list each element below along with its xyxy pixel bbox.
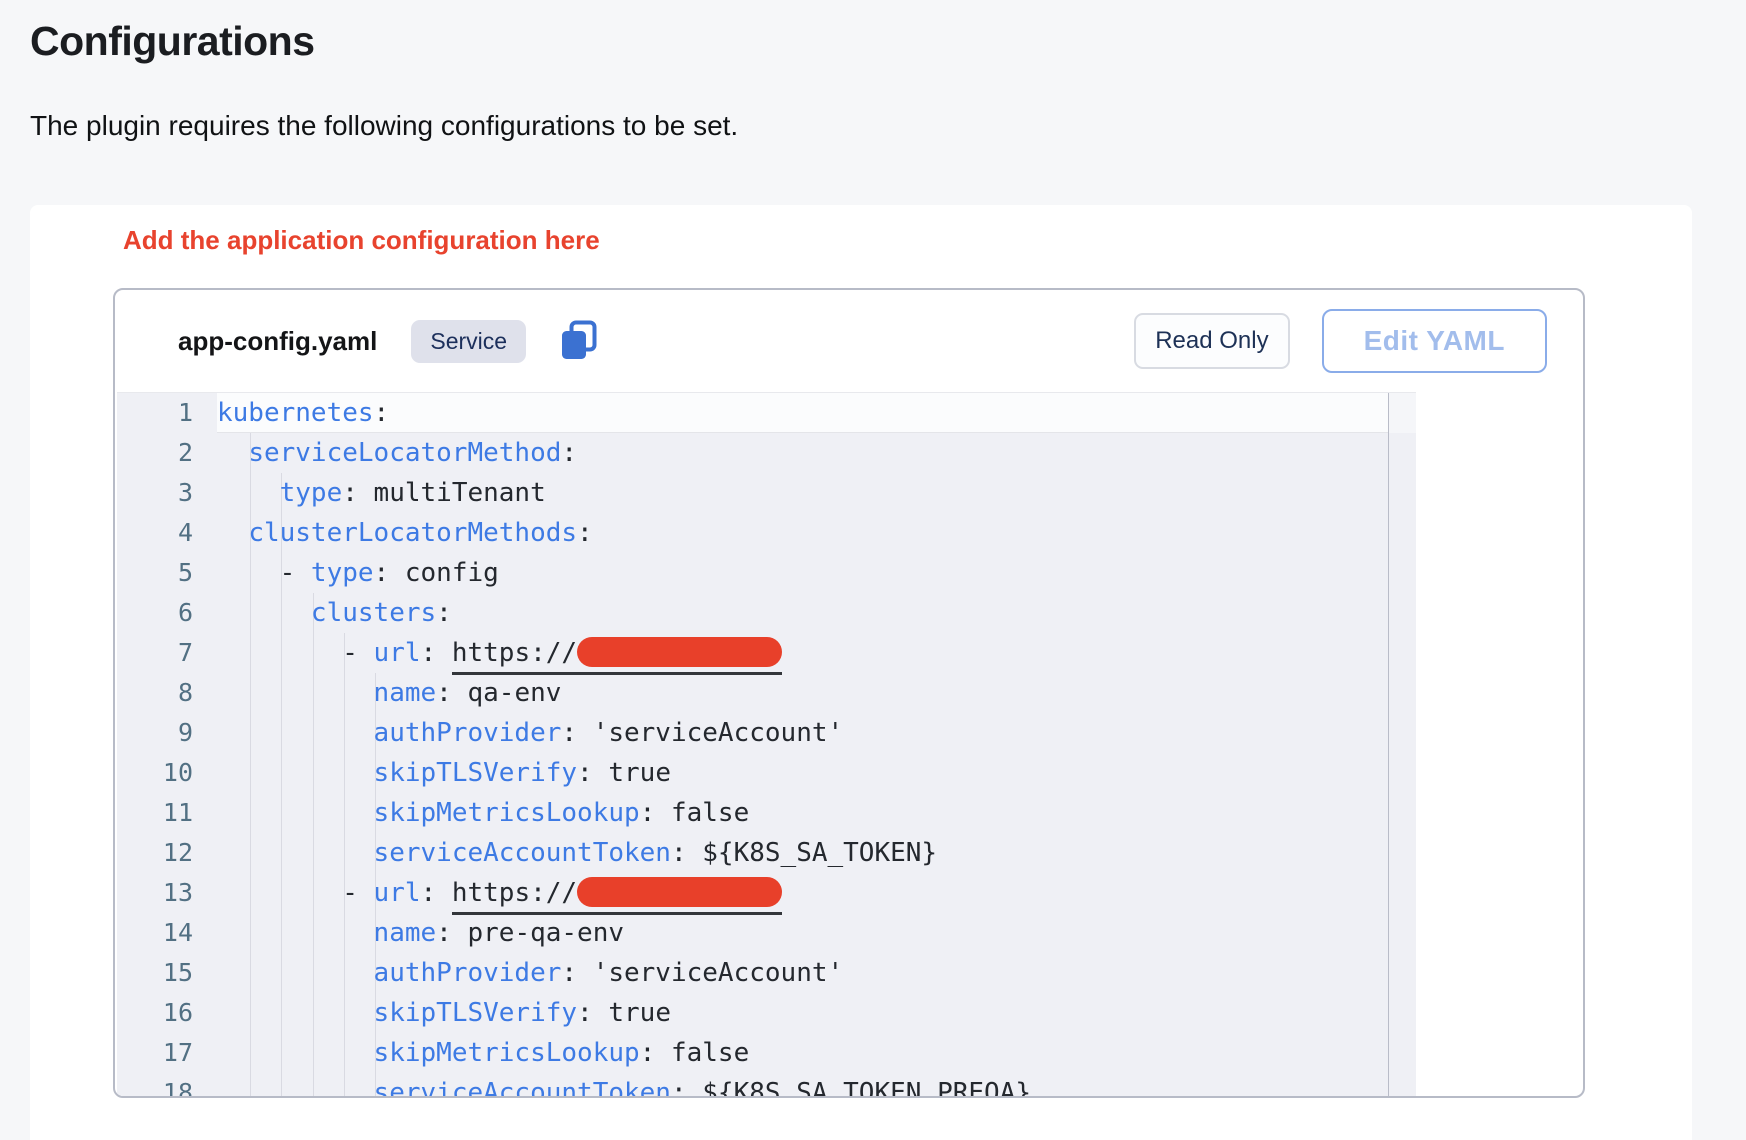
- line-number: 15: [117, 953, 217, 993]
- read-only-button[interactable]: Read Only: [1134, 313, 1289, 369]
- config-card: Add the application configuration here a…: [30, 205, 1692, 1140]
- line-number: 6: [117, 593, 217, 633]
- redacted-url: https://: [452, 637, 782, 675]
- line-number: 5: [117, 553, 217, 593]
- line-number: 16: [117, 993, 217, 1033]
- code-line[interactable]: 9 authProvider: 'serviceAccount': [117, 713, 1416, 753]
- line-number: 17: [117, 1033, 217, 1073]
- yaml-panel: app-config.yaml Service Read Only Edit Y…: [113, 288, 1585, 1098]
- code-line[interactable]: 7 - url: https://: [117, 633, 1416, 673]
- line-number: 1: [117, 393, 217, 433]
- code-line[interactable]: 10 skipTLSVerify: true: [117, 753, 1416, 793]
- line-number: 8: [117, 673, 217, 713]
- code-line[interactable]: 5 - type: config: [117, 553, 1416, 593]
- line-number: 10: [117, 753, 217, 793]
- line-number: 18: [117, 1073, 217, 1098]
- redaction-bar: [577, 877, 782, 907]
- page-subtitle: The plugin requires the following config…: [30, 110, 738, 142]
- code-line[interactable]: 13 - url: https://: [117, 873, 1416, 913]
- redacted-url: https://: [452, 877, 782, 915]
- code-line[interactable]: 2 serviceLocatorMethod:: [117, 433, 1416, 473]
- edit-yaml-button[interactable]: Edit YAML: [1322, 309, 1547, 373]
- redaction-bar: [577, 637, 782, 667]
- copy-icon: [559, 319, 599, 363]
- code-line[interactable]: 11 skipMetricsLookup: false: [117, 793, 1416, 833]
- code-line[interactable]: 14 name: pre-qa-env: [117, 913, 1416, 953]
- code-line[interactable]: 6 clusters:: [117, 593, 1416, 633]
- line-number: 3: [117, 473, 217, 513]
- line-number: 2: [117, 433, 217, 473]
- line-number: 9: [117, 713, 217, 753]
- code-line[interactable]: 18 serviceAccountToken: ${K8S_SA_TOKEN_P…: [117, 1073, 1416, 1098]
- line-number: 14: [117, 913, 217, 953]
- code-line[interactable]: 8 name: qa-env: [117, 673, 1416, 713]
- instruction-label: Add the application configuration here: [123, 225, 600, 256]
- code-lines: 1kubernetes:2 serviceLocatorMethod:3 typ…: [117, 393, 1416, 1098]
- service-badge: Service: [411, 320, 526, 363]
- code-line[interactable]: 15 authProvider: 'serviceAccount': [117, 953, 1416, 993]
- code-line[interactable]: 4 clusterLocatorMethods:: [117, 513, 1416, 553]
- file-name: app-config.yaml: [178, 326, 377, 357]
- yaml-panel-header: app-config.yaml Service Read Only Edit Y…: [115, 290, 1583, 392]
- line-number: 7: [117, 633, 217, 673]
- code-line[interactable]: 1kubernetes:: [117, 393, 1416, 433]
- line-number: 13: [117, 873, 217, 913]
- code-line[interactable]: 17 skipMetricsLookup: false: [117, 1033, 1416, 1073]
- code-line[interactable]: 16 skipTLSVerify: true: [117, 993, 1416, 1033]
- page-title: Configurations: [30, 18, 315, 65]
- code-line[interactable]: 3 type: multiTenant: [117, 473, 1416, 513]
- line-number: 4: [117, 513, 217, 553]
- copy-button[interactable]: [559, 319, 599, 363]
- code-editor[interactable]: 1kubernetes:2 serviceLocatorMethod:3 typ…: [117, 392, 1416, 1098]
- line-number: 12: [117, 833, 217, 873]
- line-number: 11: [117, 793, 217, 833]
- code-line[interactable]: 12 serviceAccountToken: ${K8S_SA_TOKEN}: [117, 833, 1416, 873]
